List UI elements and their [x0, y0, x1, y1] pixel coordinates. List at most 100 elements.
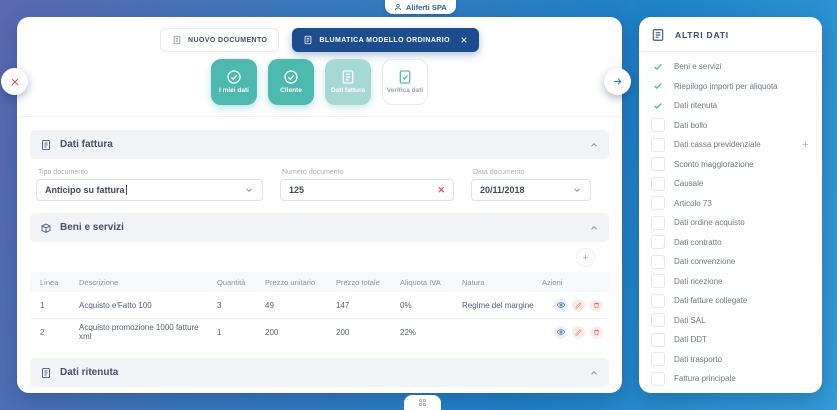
sidebar-item[interactable]: Dati ritenuta — [651, 96, 810, 116]
chevron-up-icon[interactable] — [589, 368, 599, 378]
item-label: Dati contratto — [674, 238, 722, 247]
edit-button[interactable] — [572, 299, 585, 312]
chevron-down-icon[interactable] — [244, 185, 254, 195]
check-circle-icon — [283, 69, 299, 85]
cell-prezzo-totale: 200 — [336, 328, 400, 337]
company-tab[interactable]: Aliferti SPA — [385, 0, 456, 14]
checkbox[interactable] — [651, 372, 665, 386]
sidebar-item[interactable]: Dati trasporto — [651, 350, 810, 370]
form-field[interactable]: Tipo documento Anticipo su fattura — [36, 169, 263, 201]
document-icon — [172, 35, 182, 45]
checkbox[interactable] — [651, 99, 665, 113]
sidebar-item[interactable]: Dati fatture collegate — [651, 291, 810, 311]
list-document-icon — [651, 28, 665, 42]
step-label: Dati fattura — [331, 88, 365, 95]
add-line-button[interactable] — [576, 248, 595, 267]
sidebar-item[interactable]: Dati SAL — [651, 311, 810, 331]
sidebar-item[interactable]: Dati convenzione — [651, 252, 810, 272]
form-field[interactable]: Numero documento 125 ✕ — [280, 169, 454, 201]
invoice-icon — [340, 69, 356, 85]
invoice-icon — [40, 367, 52, 379]
altri-dati-header: ALTRI DATI — [639, 17, 822, 52]
section-header-beni-servizi[interactable]: Beni e servizi — [30, 213, 609, 242]
next-nav-button[interactable] — [604, 68, 631, 95]
cell-natura: Regime del margine — [462, 301, 542, 310]
user-icon — [394, 3, 402, 11]
chevron-up-icon[interactable] — [589, 223, 599, 233]
sidebar-item[interactable]: Sconto maggiorazione — [651, 155, 810, 175]
clear-icon[interactable]: ✕ — [437, 185, 445, 196]
delete-button[interactable] — [590, 299, 603, 312]
checkbox[interactable] — [651, 118, 665, 132]
invoice-editor-card: NUOVO DOCUMENTO BLUMATICA MODELLO ORDINA… — [17, 17, 622, 393]
delete-button[interactable] — [590, 326, 603, 339]
apps-grid-tab[interactable] — [404, 395, 441, 410]
invoice-icon — [40, 139, 52, 151]
checkbox[interactable] — [651, 177, 665, 191]
form-field[interactable]: Data documento 20/11/2018 — [471, 169, 591, 201]
checkbox[interactable] — [651, 79, 665, 93]
view-button[interactable] — [554, 326, 567, 339]
wizard-step[interactable]: I miei dati — [211, 59, 257, 105]
item-label: Riepilogo importi per aliquota — [674, 82, 778, 91]
item-label: Dati trasporto — [674, 355, 722, 364]
checkbox[interactable] — [651, 352, 665, 366]
wizard-step[interactable]: Cliente — [268, 59, 314, 105]
item-label: Dati convenzione — [674, 257, 735, 266]
item-label: Dati cassa previdenziale — [674, 140, 761, 149]
new-document-button[interactable]: NUOVO DOCUMENTO — [160, 28, 279, 52]
sidebar-item[interactable]: Riepilogo importi per aliquota — [651, 77, 810, 97]
sidebar-item[interactable]: Dati bollo — [651, 116, 810, 136]
sidebar-item[interactable]: Articolo 73 — [651, 194, 810, 214]
arrow-right-icon — [612, 76, 623, 87]
company-tab-label: Aliferti SPA — [406, 3, 447, 12]
sidebar-item[interactable]: Dati ordine acquisto — [651, 213, 810, 233]
sidebar-item[interactable]: Beni e servizi — [651, 57, 810, 77]
wizard-step[interactable]: Dati fattura — [325, 59, 371, 105]
checkbox[interactable] — [651, 294, 665, 308]
sidebar-list: Beni e servizi Riepilogo importi per ali… — [639, 52, 822, 389]
plus-icon[interactable] — [801, 140, 810, 149]
table-row[interactable]: 1 Acquisto e'Fatto 100 3 49 147 0% Regim… — [30, 292, 609, 318]
section-header-dati-fattura[interactable]: Dati fattura — [30, 130, 609, 159]
cancel-nav-button[interactable] — [1, 68, 28, 95]
checkbox[interactable] — [651, 255, 665, 269]
sidebar-item[interactable]: Dati contratto — [651, 233, 810, 253]
checkbox[interactable] — [651, 313, 665, 327]
checkbox[interactable] — [651, 157, 665, 171]
column-header: Prezzo totale — [336, 278, 400, 287]
sidebar-item[interactable]: Causale — [651, 174, 810, 194]
edit-button[interactable] — [572, 326, 585, 339]
sidebar-item[interactable]: Dati cassa previdenziale — [651, 135, 810, 155]
checkbox[interactable] — [651, 216, 665, 230]
checkbox[interactable] — [651, 235, 665, 249]
table-row[interactable]: 2 Acquisto promozione 1000 fatture xml 1… — [30, 318, 609, 345]
checkbox[interactable] — [651, 274, 665, 288]
sidebar-item[interactable]: Dati DDT — [651, 330, 810, 350]
section-header-dati-ritenuta[interactable]: Dati ritenuta — [30, 358, 609, 387]
field-input[interactable]: 20/11/2018 — [471, 179, 591, 201]
column-header: Aliquota IVA — [400, 278, 462, 287]
item-label: Dati ritenuta — [674, 101, 717, 110]
row-actions — [542, 299, 609, 312]
chevron-down-icon[interactable] — [572, 185, 582, 195]
field-value: 125 — [289, 185, 304, 195]
wizard-step[interactable]: Verifica dati — [382, 59, 428, 105]
cell-quantita: 1 — [217, 328, 265, 337]
checkbox[interactable] — [651, 60, 665, 74]
field-input[interactable]: Anticipo su fattura — [36, 179, 263, 201]
sidebar-item[interactable]: Dati ricezione — [651, 272, 810, 292]
field-input[interactable]: 125 ✕ — [280, 179, 454, 201]
field-label: Tipo documento — [38, 169, 263, 176]
checkbox[interactable] — [651, 333, 665, 347]
blumatica-model-button[interactable]: BLUMATICA MODELLO ORDINARIO — [292, 28, 479, 52]
close-icon[interactable] — [460, 36, 468, 44]
section-title: Dati fattura — [60, 139, 113, 150]
checkbox[interactable] — [651, 138, 665, 152]
chevron-up-icon[interactable] — [589, 140, 599, 150]
view-button[interactable] — [554, 299, 567, 312]
cell-prezzo-totale: 147 — [336, 301, 400, 310]
sidebar-item[interactable]: Fattura principale — [651, 369, 810, 389]
checkbox[interactable] — [651, 196, 665, 210]
step-label: Verifica dati — [387, 88, 424, 95]
